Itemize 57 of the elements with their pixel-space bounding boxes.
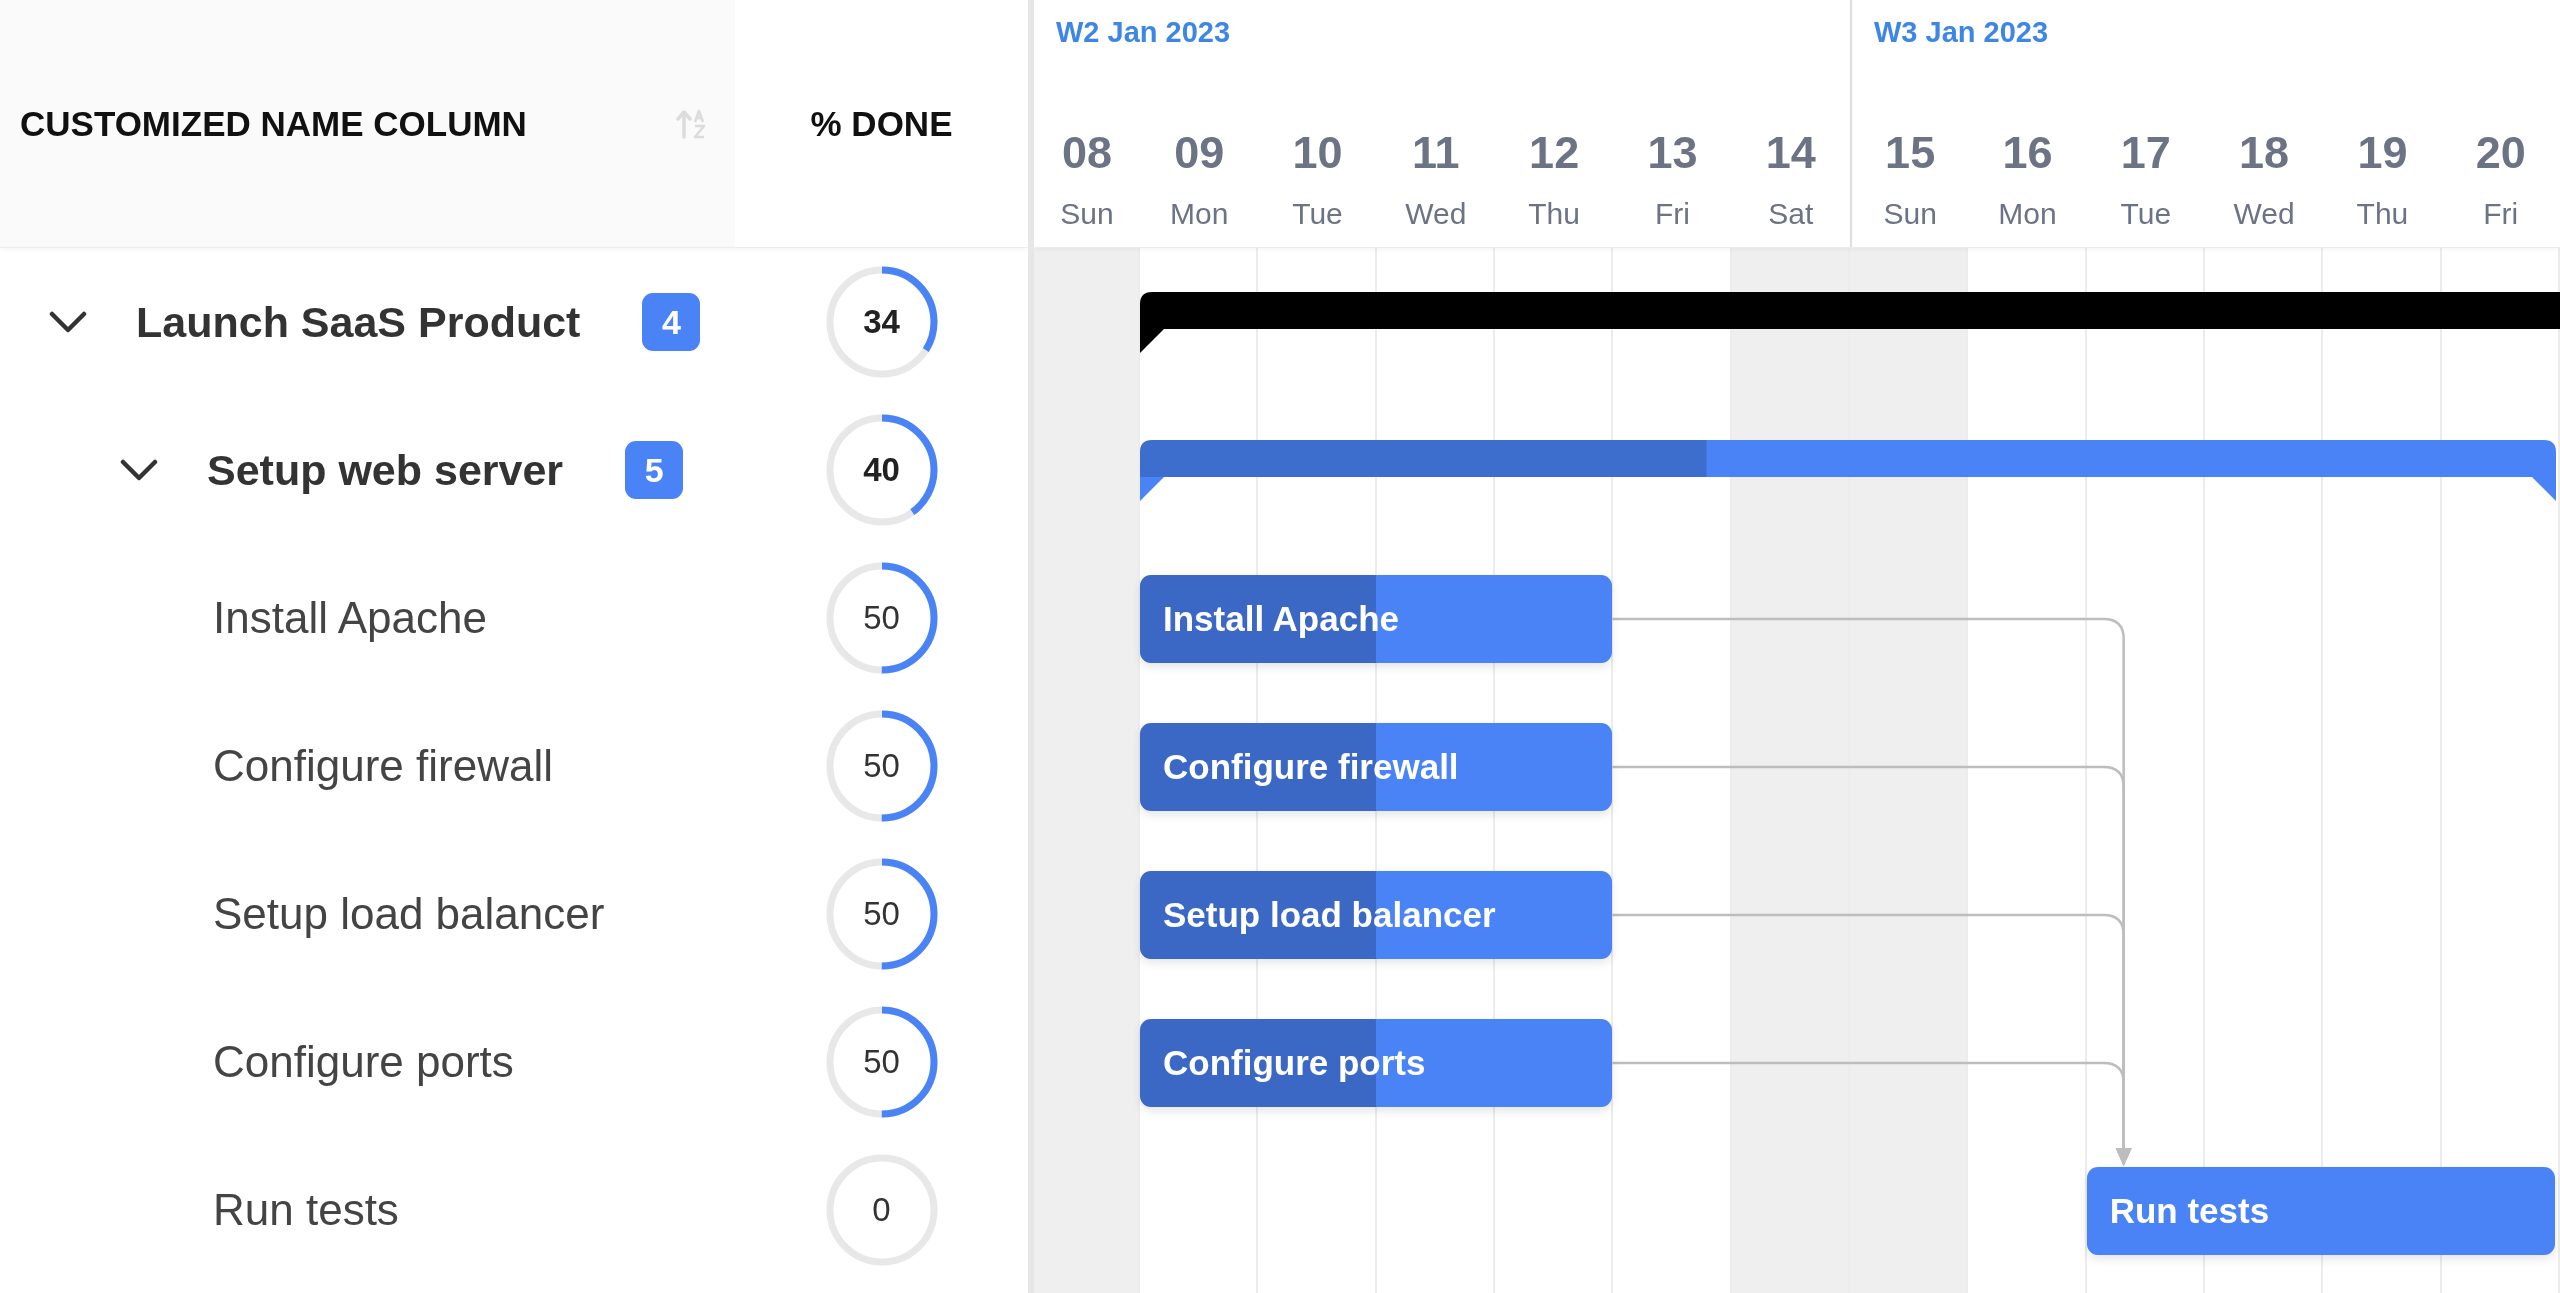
day-number: 13 <box>1647 126 1698 180</box>
week-label: W2 Jan 2023 <box>1056 16 1231 48</box>
day-name: Mon <box>1998 196 2057 232</box>
sort-icon[interactable] <box>676 108 708 139</box>
task-bar[interactable]: Run tests <box>2086 1167 2555 1255</box>
task-bar[interactable]: Install Apache <box>1140 575 1613 663</box>
day-name: Sun <box>1060 196 1114 232</box>
task-bar[interactable]: Setup load balancer <box>1140 871 1613 959</box>
day-name: Mon <box>1170 196 1229 232</box>
day-name: Sat <box>1768 196 1814 232</box>
percent-done: 50 <box>863 599 900 637</box>
percent-done: 50 <box>863 747 900 785</box>
chevron-down-icon[interactable] <box>120 459 158 481</box>
task-bar[interactable]: Configure firewall <box>1140 723 1613 811</box>
percent-done: 50 <box>863 895 900 933</box>
day-name: Wed <box>1405 196 1467 232</box>
column-header[interactable]: CUSTOMIZED NAME COLUMN <box>0 0 735 247</box>
task-name: Setup load balancer <box>213 889 605 939</box>
day-number: 20 <box>2475 126 2526 180</box>
day-number: 15 <box>1885 126 1936 180</box>
task-name: Configure ports <box>213 1037 514 1087</box>
chevron-down-icon[interactable] <box>49 311 87 333</box>
day-name: Sun <box>1883 196 1937 232</box>
panel-splitter[interactable] <box>1028 0 1034 1293</box>
child-count-badge: 5 <box>625 441 684 499</box>
task-name: Configure firewall <box>213 741 553 791</box>
day-number: 16 <box>2002 126 2053 180</box>
summary-bar[interactable] <box>1140 292 2560 353</box>
percent-done: 50 <box>863 1043 900 1081</box>
day-name: Thu <box>1528 196 1580 232</box>
week-label: W3 Jan 2023 <box>1874 16 2049 48</box>
day-name: Tue <box>2120 196 2172 232</box>
percent-done: 0 <box>872 1191 891 1229</box>
task-name: Launch SaaS Product <box>136 297 581 347</box>
day-number: 14 <box>1765 126 1816 180</box>
day-name: Fri <box>1655 196 1690 232</box>
day-name: Thu <box>2356 196 2409 232</box>
child-count-badge: 4 <box>642 293 701 351</box>
day-number: 19 <box>2357 126 2408 180</box>
column-header[interactable]: % DONE <box>735 0 1028 247</box>
day-number: 17 <box>2120 126 2171 180</box>
percent-done: 40 <box>863 451 900 489</box>
percent-done: 34 <box>863 303 900 341</box>
day-name: Tue <box>1292 196 1343 232</box>
day-number: 09 <box>1174 126 1225 180</box>
day-name: Wed <box>2233 196 2295 232</box>
day-number: 12 <box>1529 126 1580 180</box>
day-number: 10 <box>1292 126 1343 180</box>
day-number: 08 <box>1061 126 1113 180</box>
dependency-arrow[interactable] <box>1612 1061 2132 1166</box>
task-name: Setup web server <box>207 445 564 495</box>
day-number: 11 <box>1412 126 1460 180</box>
day-number: 18 <box>2239 126 2290 180</box>
task-bar[interactable]: Configure ports <box>1140 1019 1613 1107</box>
day-name: Fri <box>2483 196 2519 232</box>
task-name: Install Apache <box>213 593 487 643</box>
task-name: Run tests <box>213 1185 399 1235</box>
